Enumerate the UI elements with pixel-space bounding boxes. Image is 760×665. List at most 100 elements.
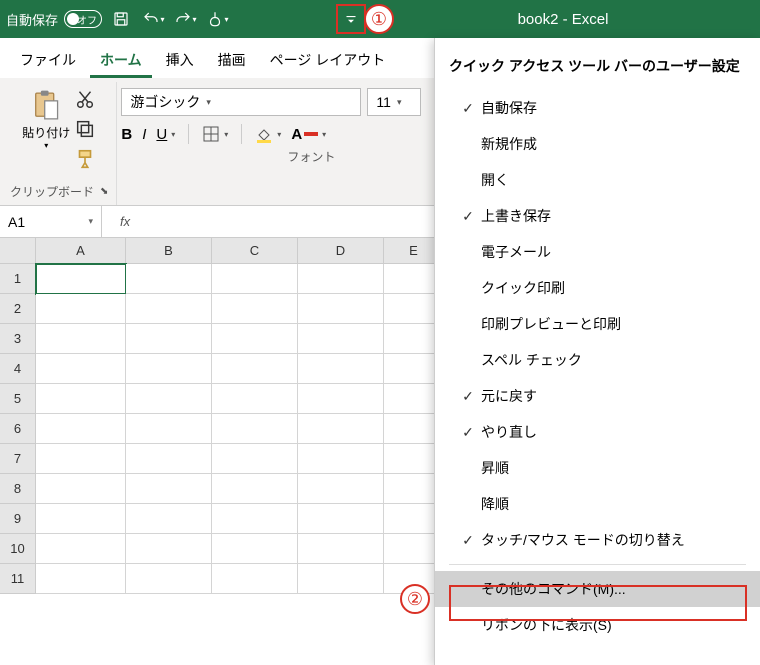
cell[interactable] [212, 324, 298, 354]
menu-item-sortdesc[interactable]: 降順 [435, 486, 760, 522]
menu-item-open[interactable]: 開く [435, 162, 760, 198]
cell[interactable] [126, 294, 212, 324]
tab-home[interactable]: ホーム [90, 46, 152, 78]
row-header[interactable]: 6 [0, 414, 36, 444]
cell[interactable] [36, 384, 126, 414]
cut-icon[interactable] [74, 88, 96, 110]
cell[interactable] [298, 324, 384, 354]
cell-A1[interactable] [36, 264, 126, 294]
cell[interactable] [212, 294, 298, 324]
cell[interactable] [298, 384, 384, 414]
row-header[interactable]: 11 [0, 564, 36, 594]
menu-item-save[interactable]: ✓上書き保存 [435, 198, 760, 234]
col-header[interactable]: B [126, 238, 212, 264]
cell[interactable] [36, 504, 126, 534]
fill-color-button[interactable]: ▾ [255, 125, 281, 143]
menu-item-touchmouse[interactable]: ✓タッチ/マウス モードの切り替え [435, 522, 760, 558]
cell[interactable] [36, 414, 126, 444]
cell[interactable] [126, 384, 212, 414]
cell[interactable] [212, 474, 298, 504]
name-box[interactable]: A1▾ [0, 206, 102, 237]
cell[interactable] [126, 264, 212, 294]
cell[interactable] [126, 504, 212, 534]
col-header[interactable]: D [298, 238, 384, 264]
menu-item-new[interactable]: 新規作成 [435, 126, 760, 162]
row-header[interactable]: 10 [0, 534, 36, 564]
italic-button[interactable]: I [142, 126, 146, 143]
borders-button[interactable]: ▾ [202, 125, 228, 143]
cell[interactable] [126, 414, 212, 444]
cell[interactable] [126, 534, 212, 564]
undo-icon[interactable]: ▾ [140, 6, 166, 32]
tab-insert[interactable]: 挿入 [156, 46, 204, 78]
cell[interactable] [36, 354, 126, 384]
cell[interactable] [36, 294, 126, 324]
cell[interactable] [298, 534, 384, 564]
copy-icon[interactable] [74, 118, 96, 140]
cell[interactable] [298, 444, 384, 474]
cell[interactable] [126, 564, 212, 594]
cell[interactable] [126, 474, 212, 504]
cell[interactable] [212, 264, 298, 294]
bold-button[interactable]: B [121, 126, 132, 143]
fx-icon[interactable]: fx [102, 214, 148, 229]
row-header[interactable]: 5 [0, 384, 36, 414]
cell[interactable] [298, 414, 384, 444]
select-all-corner[interactable] [0, 238, 36, 264]
cell[interactable] [212, 564, 298, 594]
cell[interactable] [126, 444, 212, 474]
row-header[interactable]: 4 [0, 354, 36, 384]
clipboard-dialog-launcher-icon[interactable]: ⬊ [100, 186, 108, 197]
cell[interactable] [298, 354, 384, 384]
row-header[interactable]: 9 [0, 504, 36, 534]
menu-item-sortasc[interactable]: 昇順 [435, 450, 760, 486]
cell[interactable] [212, 504, 298, 534]
underline-button[interactable]: U▾ [156, 126, 175, 143]
cell[interactable] [298, 294, 384, 324]
customize-qat-dropdown-icon[interactable] [336, 4, 366, 34]
menu-item-more-commands[interactable]: その他のコマンド(M)... [435, 571, 760, 607]
row-header[interactable]: 1 [0, 264, 36, 294]
col-header[interactable]: A [36, 238, 126, 264]
menu-item-printpreview[interactable]: 印刷プレビューと印刷 [435, 306, 760, 342]
menu-item-spellcheck[interactable]: スペル チェック [435, 342, 760, 378]
cell[interactable] [126, 324, 212, 354]
cell[interactable] [298, 264, 384, 294]
cell[interactable] [212, 534, 298, 564]
cell[interactable] [212, 414, 298, 444]
font-name-combo[interactable]: 游ゴシック▾ [121, 88, 361, 116]
tab-draw[interactable]: 描画 [208, 46, 256, 78]
menu-item-redo[interactable]: ✓やり直し [435, 414, 760, 450]
cell[interactable] [36, 444, 126, 474]
cell[interactable] [298, 504, 384, 534]
cell[interactable] [212, 354, 298, 384]
cell[interactable] [36, 474, 126, 504]
menu-item-email[interactable]: 電子メール [435, 234, 760, 270]
cell[interactable] [212, 384, 298, 414]
cell[interactable] [298, 564, 384, 594]
row-header[interactable]: 7 [0, 444, 36, 474]
redo-icon[interactable]: ▾ [172, 6, 198, 32]
touch-mouse-icon[interactable]: ▾ [204, 6, 230, 32]
font-size-combo[interactable]: 11▾ [367, 88, 421, 116]
menu-item-undo[interactable]: ✓元に戻す [435, 378, 760, 414]
row-header[interactable]: 3 [0, 324, 36, 354]
col-header[interactable]: C [212, 238, 298, 264]
row-header[interactable]: 8 [0, 474, 36, 504]
autosave-control[interactable]: 自動保存 オフ [6, 10, 102, 29]
cell[interactable] [36, 564, 126, 594]
tab-file[interactable]: ファイル [10, 46, 86, 78]
paste-button[interactable]: 貼り付け ▾ [22, 84, 70, 150]
menu-item-quickprint[interactable]: クイック印刷 [435, 270, 760, 306]
cell[interactable] [298, 474, 384, 504]
menu-item-autosave[interactable]: ✓自動保存 [435, 90, 760, 126]
menu-item-show-below[interactable]: リボンの下に表示(S) [435, 607, 760, 643]
cell[interactable] [212, 444, 298, 474]
autosave-toggle[interactable]: オフ [64, 10, 102, 28]
cell[interactable] [36, 324, 126, 354]
format-painter-icon[interactable] [74, 148, 96, 170]
cell[interactable] [126, 354, 212, 384]
font-color-button[interactable]: A ▾ [291, 126, 326, 143]
cell[interactable] [36, 534, 126, 564]
save-icon[interactable] [108, 6, 134, 32]
